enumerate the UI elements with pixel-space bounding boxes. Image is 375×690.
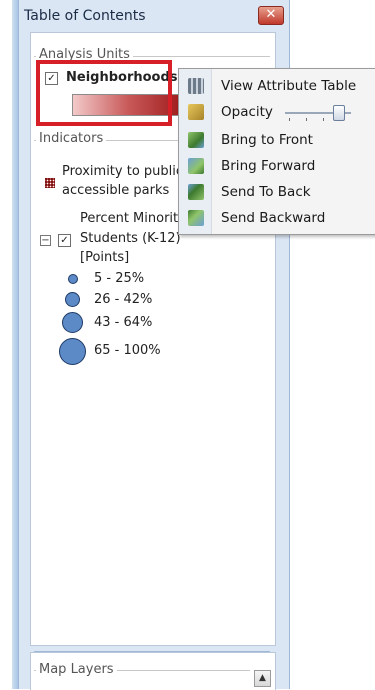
menu-item-send-to-back[interactable]: Send To Back (179, 179, 375, 205)
highlight-box (36, 60, 172, 126)
map-layers-label: Map Layers (36, 662, 117, 677)
layer-context-menu: View Attribute Table Opacity Bring to Fr… (178, 68, 375, 235)
legend-point-small-icon (68, 274, 78, 284)
menu-item-label: Bring Forward (221, 158, 316, 174)
opacity-icon (188, 104, 204, 120)
indicator-minority-line2[interactable]: Students (K-12) (80, 229, 181, 249)
menu-item-view-attribute-table[interactable]: View Attribute Table (179, 73, 375, 99)
legend-label: 43 - 64% (94, 315, 153, 330)
indicator-minority-line1[interactable]: Percent Minorit (80, 209, 178, 229)
opacity-slider-thumb[interactable] (333, 105, 345, 121)
legend-point-medium-icon (65, 292, 80, 307)
grid-icon (45, 178, 55, 188)
menu-item-label: Bring to Front (221, 132, 313, 148)
indicators-label: Indicators (36, 131, 107, 146)
close-button[interactable]: ✕ (258, 6, 284, 25)
slider-tick (323, 118, 324, 121)
indicator-parks-line1[interactable]: Proximity to public (62, 162, 183, 182)
legend-label: 5 - 25% (94, 271, 145, 286)
bring-forward-icon (188, 158, 204, 174)
menu-item-label: Send Backward (221, 210, 326, 226)
slider-tick (306, 118, 307, 121)
legend-label: 65 - 100% (94, 343, 161, 358)
menu-item-send-backward[interactable]: Send Backward (179, 205, 375, 231)
legend-point-xlarge-icon (59, 338, 86, 365)
indicator-parks-line2[interactable]: accessible parks (62, 181, 169, 201)
legend-point-large-icon (62, 312, 83, 333)
menu-item-opacity[interactable]: Opacity (179, 99, 375, 125)
legend-label: 26 - 42% (94, 292, 153, 307)
scroll-up-button[interactable]: ▲ (254, 670, 271, 687)
indicator-minority-line3[interactable]: [Points] (80, 248, 129, 268)
slider-tick (289, 118, 290, 121)
menu-item-bring-forward[interactable]: Bring Forward (179, 153, 375, 179)
minority-students-checkbox[interactable]: ✓ (58, 234, 71, 247)
menu-item-label: View Attribute Table (221, 78, 357, 94)
window-title: Table of Contents (24, 8, 146, 24)
send-backward-icon (188, 210, 204, 226)
bring-to-front-icon (188, 132, 204, 148)
collapse-icon[interactable]: − (40, 235, 51, 246)
menu-item-bring-to-front[interactable]: Bring to Front (179, 127, 375, 153)
send-to-back-icon (188, 184, 204, 200)
menu-item-label: Send To Back (221, 184, 311, 200)
menu-item-label: Opacity (221, 104, 273, 120)
table-icon (188, 78, 204, 94)
